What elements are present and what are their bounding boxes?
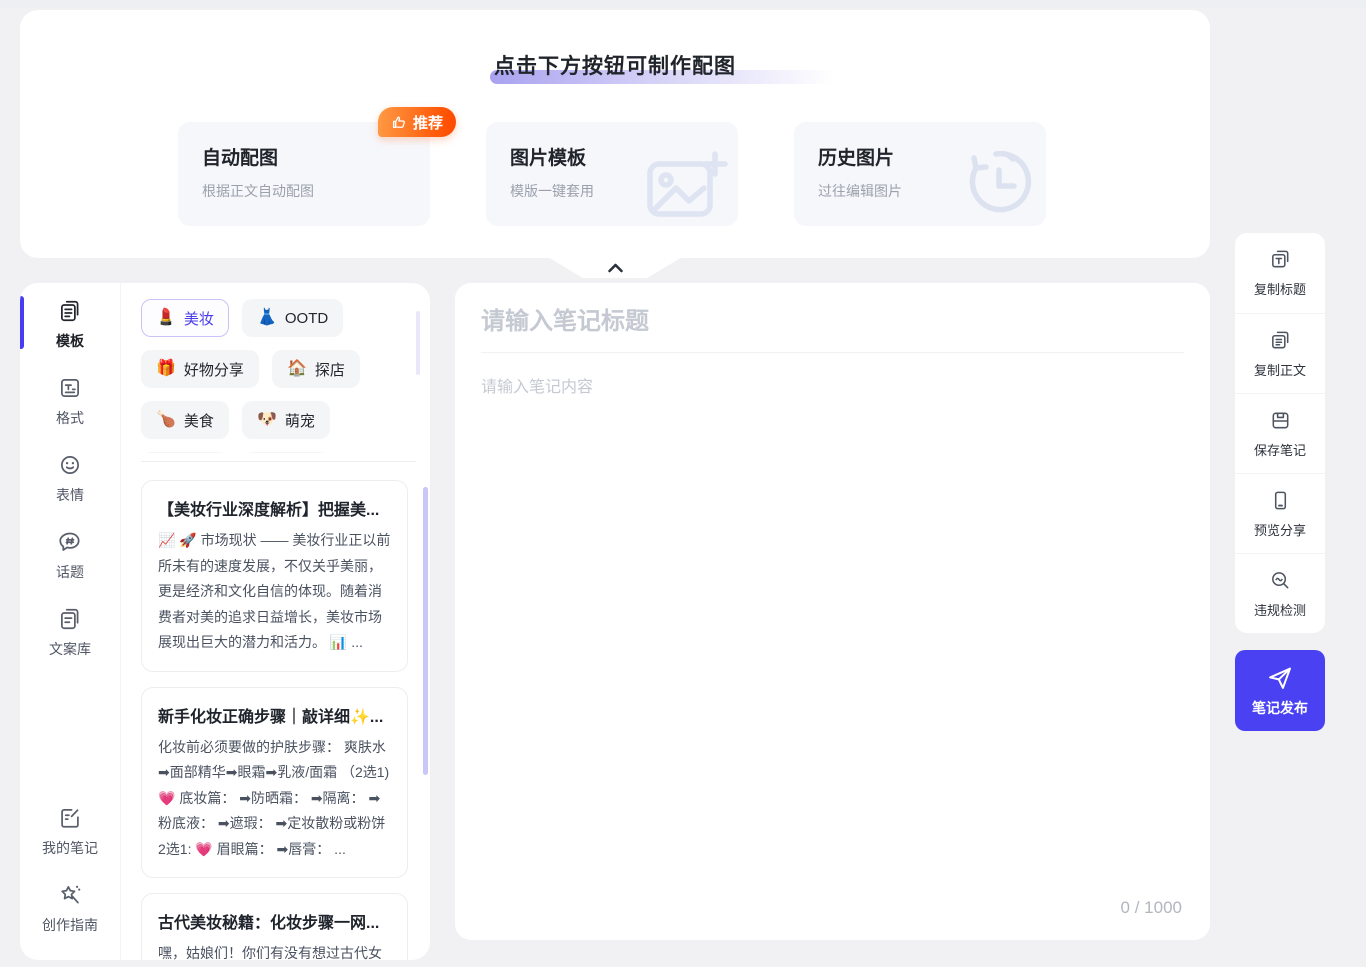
my-notes-icon: [57, 805, 83, 831]
copy-body-button[interactable]: 复制正文: [1235, 313, 1325, 393]
violation-check-button[interactable]: 违规检测: [1235, 553, 1325, 633]
category-chip-pets[interactable]: 🐶 萌宠: [242, 401, 330, 439]
paper-plane-icon: [1266, 664, 1294, 692]
card-title: 自动配图: [202, 143, 406, 170]
dress-emoji: 👗: [257, 310, 277, 326]
templates-scrollbar[interactable]: [423, 487, 428, 775]
house-emoji: 🏠: [287, 361, 307, 377]
nav-spacer: [20, 683, 120, 805]
editor-divider: [481, 352, 1184, 353]
category-chip-partial[interactable]: [242, 452, 330, 453]
history-images-card[interactable]: 历史图片 过往编辑图片: [794, 122, 1046, 226]
char-counter: 0 / 1000: [1121, 898, 1182, 918]
card-subtitle: 模版一键套用: [510, 181, 714, 201]
save-note-button[interactable]: 保存笔记: [1235, 393, 1325, 473]
thumbs-up-icon: [391, 114, 407, 130]
sidebar-item-format[interactable]: 格式: [20, 375, 120, 428]
note-title-input[interactable]: [481, 308, 1184, 336]
template-cards-list: 【美妆行业深度解析】把握美... 📈 🚀 市场现状 —— 美妆行业正以前所未有的…: [141, 462, 430, 960]
category-chips: 💄 美妆 👗 OOTD 🎁 好物分享 🏠 探店 🍗 美食: [141, 299, 430, 453]
collapse-banner-tab[interactable]: [548, 257, 682, 278]
chevron-up-icon: [607, 263, 624, 273]
template-list-area: 💄 美妆 👗 OOTD 🎁 好物分享 🏠 探店 🍗 美食: [120, 283, 430, 960]
smartphone-icon: [1269, 489, 1292, 512]
format-icon: [57, 375, 83, 401]
image-maker-banner: 点击下方按钮可制作配图 推荐 自动配图 根据正文自动配图 图片模板 模版一键套用: [20, 10, 1210, 258]
sidebar-item-templates[interactable]: 模板: [20, 298, 120, 351]
save-icon: [1269, 409, 1292, 432]
recommend-badge: 推荐: [378, 107, 456, 137]
card-title: 历史图片: [818, 143, 1022, 170]
category-chip-beauty[interactable]: 💄 美妆: [141, 299, 229, 337]
sidebar-item-emoji[interactable]: 表情: [20, 452, 120, 505]
right-toolbar: 复制标题 复制正文 保存笔记 预览分享 违规检测: [1235, 233, 1325, 633]
image-template-card[interactable]: 图片模板 模版一键套用: [486, 122, 738, 226]
side-nav: 模板 格式 表情 话题: [20, 283, 120, 960]
sidebar-item-copy-library[interactable]: 文案库: [20, 606, 120, 659]
left-panel: 模板 格式 表情 话题: [20, 283, 430, 960]
category-chip-store-visit[interactable]: 🏠 探店: [272, 350, 360, 388]
note-content-input[interactable]: [481, 373, 1184, 853]
gift-emoji: 🎁: [156, 361, 176, 377]
hashtag-bubble-icon: [57, 529, 83, 555]
template-card[interactable]: 新手化妆正确步骤｜敲详细✨... 化妆前必须要做的护肤步骤： 爽肤水➡面部精华➡…: [141, 687, 408, 879]
category-chip-ootd[interactable]: 👗 OOTD: [242, 299, 343, 337]
category-chip-food[interactable]: 🍗 美食: [141, 401, 229, 439]
template-card[interactable]: 【美妆行业深度解析】把握美... 📈 🚀 市场现状 —— 美妆行业正以前所未有的…: [141, 480, 408, 672]
category-chip-goods-share[interactable]: 🎁 好物分享: [141, 350, 259, 388]
scan-check-icon: [1269, 569, 1292, 592]
copy-title-button[interactable]: 复制标题: [1235, 233, 1325, 313]
lipstick-emoji: 💄: [156, 310, 176, 326]
category-chip-daily[interactable]: 📅 日常: [141, 452, 229, 453]
template-card[interactable]: 古代美妆秘籍：化妆步骤一网... 嘿，姑娘们！你们有没有想过古代女子是怎么化妆的…: [141, 893, 408, 960]
preview-share-button[interactable]: 预览分享: [1235, 473, 1325, 553]
copy-library-icon: [57, 606, 83, 632]
banner-title: 点击下方按钮可制作配图: [494, 50, 736, 80]
sidebar-item-topics[interactable]: 话题: [20, 529, 120, 582]
card-subtitle: 过往编辑图片: [818, 181, 1022, 201]
chips-scrollbar[interactable]: [416, 311, 420, 375]
sidebar-item-my-notes[interactable]: 我的笔记: [20, 805, 120, 858]
active-tab-indicator: [20, 296, 24, 349]
publish-note-button[interactable]: 笔记发布: [1235, 650, 1325, 731]
window-top-strip: [0, 0, 1366, 8]
emoji-icon: [57, 452, 83, 478]
note-editor: 0 / 1000: [455, 283, 1210, 940]
dog-emoji: 🐶: [257, 412, 277, 428]
card-title: 图片模板: [510, 143, 714, 170]
auto-image-card[interactable]: 推荐 自动配图 根据正文自动配图: [178, 122, 430, 226]
copy-title-icon: [1269, 248, 1292, 271]
copy-body-icon: [1269, 329, 1292, 352]
card-subtitle: 根据正文自动配图: [202, 181, 406, 201]
chicken-leg-emoji: 🍗: [156, 412, 176, 428]
magic-star-icon: [57, 882, 83, 908]
sidebar-item-creation-guide[interactable]: 创作指南: [20, 882, 120, 935]
template-icon: [57, 298, 83, 324]
